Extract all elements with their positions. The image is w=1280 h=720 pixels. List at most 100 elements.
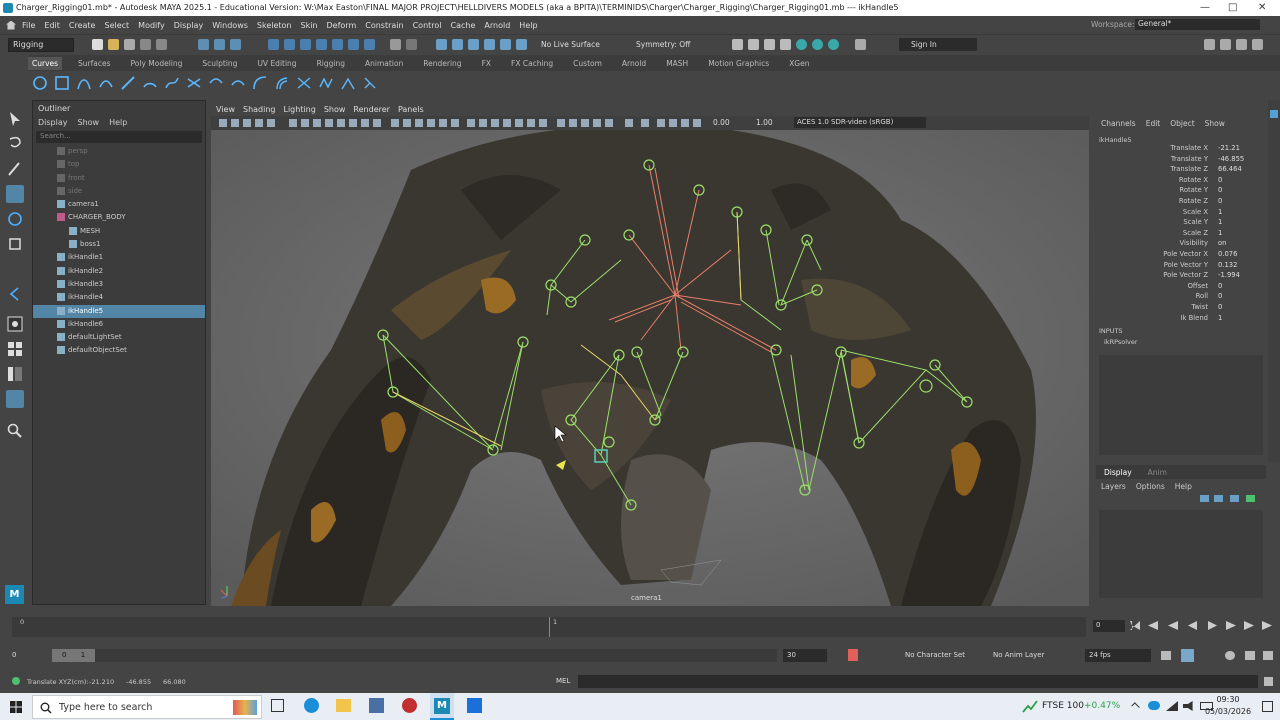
- channel-attribute-value[interactable]: 0.076: [1218, 250, 1262, 258]
- command-input[interactable]: [578, 675, 1258, 688]
- shelf-tab-fx-caching[interactable]: FX Caching: [507, 57, 557, 70]
- channel-attribute-row[interactable]: Translate Z 66.464: [1096, 165, 1266, 176]
- cache-playback-icon[interactable]: [1181, 649, 1194, 662]
- layer-menu-help[interactable]: Help: [1175, 482, 1192, 491]
- nurbs-circle-icon[interactable]: [32, 75, 48, 91]
- shelf-tab-poly-modeling[interactable]: Poly Modeling: [127, 57, 187, 70]
- step-back-frame-icon[interactable]: [1168, 621, 1178, 630]
- loop-icon[interactable]: [1161, 651, 1171, 660]
- channel-attribute-value[interactable]: 1: [1218, 229, 1262, 237]
- viewport-toolbar-button-icon[interactable]: [557, 119, 565, 127]
- channel-attribute-value[interactable]: -21.21: [1218, 144, 1262, 152]
- arnold-render-icon[interactable]: [812, 39, 823, 50]
- viewport-toolbar-button-icon[interactable]: [491, 119, 499, 127]
- maya-taskbar-button[interactable]: M: [430, 693, 454, 720]
- channel-attribute-row[interactable]: Translate Y -46.855: [1096, 155, 1266, 166]
- viewport-toolbar-button-icon[interactable]: [479, 119, 487, 127]
- shelf-tab-surfaces[interactable]: Surfaces: [74, 57, 114, 70]
- notifications-icon[interactable]: [1262, 701, 1273, 712]
- viewport-menu-show[interactable]: Show: [324, 105, 346, 114]
- viewport-toolbar-button-icon[interactable]: [581, 119, 589, 127]
- clock-date[interactable]: 05/03/2026: [1200, 707, 1256, 716]
- rebuild-curve-icon[interactable]: [318, 75, 334, 91]
- layer-menu-layers[interactable]: Layers: [1101, 482, 1126, 491]
- gamma-field[interactable]: 1.00: [756, 118, 773, 127]
- rotate-tool-icon[interactable]: [6, 210, 24, 228]
- time-slider-track[interactable]: 0 1: [12, 617, 1086, 637]
- viewport-toolbar-button-icon[interactable]: [361, 119, 369, 127]
- outliner-item[interactable]: boss1: [33, 238, 205, 251]
- range-start-field[interactable]: 0: [12, 651, 16, 659]
- select-by-component-icon[interactable]: [230, 39, 241, 50]
- character-set-dropdown[interactable]: No Character Set: [905, 651, 965, 659]
- viewport-3d[interactable]: camera1: [211, 130, 1089, 606]
- menu-arnold[interactable]: Arnold: [484, 21, 510, 30]
- viewport-toolbar-button-icon[interactable]: [337, 119, 345, 127]
- viewport-toolbar-button-icon[interactable]: [403, 119, 411, 127]
- viewport-toolbar-button-icon[interactable]: [527, 119, 535, 127]
- viewport-toolbar-button-icon[interactable]: [391, 119, 399, 127]
- shelf-tab-mash[interactable]: MASH: [662, 57, 692, 70]
- channel-box-menu-channels[interactable]: Channels: [1101, 119, 1136, 128]
- viewport-toolbar-button-icon[interactable]: [467, 119, 475, 127]
- menu-skeleton[interactable]: Skeleton: [257, 21, 292, 30]
- lock-icon[interactable]: [390, 39, 401, 50]
- menu-windows[interactable]: Windows: [212, 21, 248, 30]
- arc-icon[interactable]: [142, 75, 158, 91]
- channel-box-menu-show[interactable]: Show: [1205, 119, 1225, 128]
- select-tool-icon[interactable]: [6, 110, 24, 128]
- taskbar-search-box[interactable]: Type here to search: [32, 695, 262, 719]
- undo-icon[interactable]: [140, 39, 151, 50]
- search-icon[interactable]: [6, 422, 24, 440]
- viewport-toolbar-button-icon[interactable]: [515, 119, 523, 127]
- channel-box-menu-object[interactable]: Object: [1170, 119, 1194, 128]
- viewport-menu-shading[interactable]: Shading: [243, 105, 276, 114]
- hypershade-icon[interactable]: [796, 39, 807, 50]
- modeling-toolkit-icon[interactable]: [1204, 39, 1215, 50]
- viewport-menu-view[interactable]: View: [216, 105, 235, 114]
- viewport-menu-renderer[interactable]: Renderer: [353, 105, 390, 114]
- volume-icon[interactable]: [1183, 701, 1193, 711]
- move-tool-icon[interactable]: [6, 185, 24, 203]
- lasso-tool-icon[interactable]: [6, 135, 24, 153]
- anim-settings-icon[interactable]: [1263, 651, 1273, 660]
- channel-attribute-value[interactable]: 0: [1218, 186, 1262, 194]
- viewport-toolbar-button-icon[interactable]: [439, 119, 447, 127]
- viewport-toolbar-button-icon[interactable]: [593, 119, 601, 127]
- layer-tab-anim[interactable]: Anim: [1140, 468, 1175, 477]
- detach-curves-icon[interactable]: [208, 75, 224, 91]
- snap-vertex-icon[interactable]: [364, 39, 375, 50]
- shelf-tab-motion-graphics[interactable]: Motion Graphics: [704, 57, 773, 70]
- ticker-name[interactable]: FTSE 100: [1042, 701, 1084, 711]
- range-slider-bar[interactable]: 0 1: [52, 649, 777, 662]
- open-scene-icon[interactable]: [108, 39, 119, 50]
- outliner-item[interactable]: side: [33, 185, 205, 198]
- channel-attribute-value[interactable]: 0: [1218, 176, 1262, 184]
- channel-attribute-row[interactable]: Scale Z 1: [1096, 229, 1266, 240]
- construction-history-icon[interactable]: [468, 39, 479, 50]
- viewport-toolbar-button-icon[interactable]: [641, 119, 649, 127]
- viewport-toolbar-button-icon[interactable]: [313, 119, 321, 127]
- step-forward-frame-icon[interactable]: [1226, 621, 1236, 630]
- outliner-item[interactable]: camera1: [33, 198, 205, 211]
- channel-attribute-label[interactable]: Roll: [1196, 292, 1208, 300]
- live-surface-label[interactable]: No Live Surface: [541, 40, 600, 49]
- cv-curve-icon[interactable]: [76, 75, 92, 91]
- menu-modify[interactable]: Modify: [138, 21, 165, 30]
- channel-attribute-row[interactable]: Twist 0: [1096, 303, 1266, 314]
- outliner-search-input[interactable]: Search...: [36, 131, 202, 143]
- outliner-item[interactable]: ikHandle5: [33, 304, 205, 318]
- channel-attribute-row[interactable]: Pole Vector Z -1.994: [1096, 271, 1266, 282]
- anim-layer-dropdown[interactable]: No Anim Layer: [993, 651, 1044, 659]
- channel-attribute-label[interactable]: Translate X: [1170, 144, 1208, 152]
- outliner-item[interactable]: ikHandle4: [33, 291, 205, 304]
- render-view-icon[interactable]: [732, 39, 743, 50]
- menu-set-dropdown[interactable]: Rigging: [8, 38, 74, 52]
- channel-attribute-value[interactable]: 0: [1218, 282, 1262, 290]
- extend-curve-icon[interactable]: [252, 75, 268, 91]
- insert-knot-icon[interactable]: [230, 75, 246, 91]
- channel-attribute-value[interactable]: 0: [1218, 197, 1262, 205]
- outliner-menu-display[interactable]: Display: [38, 118, 68, 127]
- animation-prefs-icon[interactable]: [1245, 651, 1255, 660]
- ipr-icon[interactable]: [500, 39, 511, 50]
